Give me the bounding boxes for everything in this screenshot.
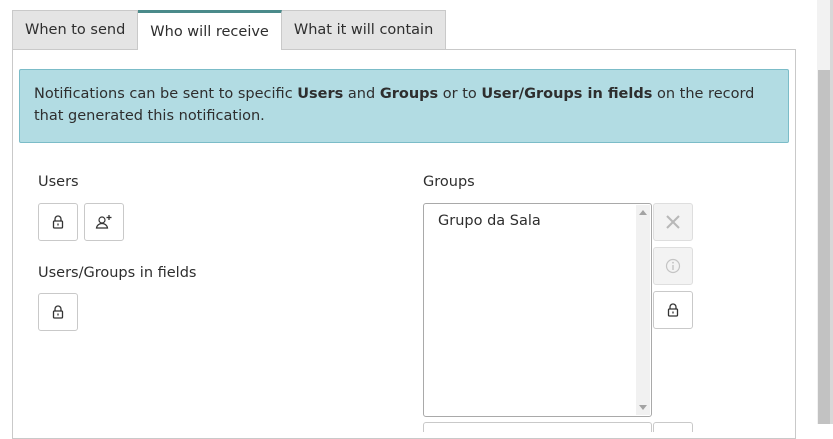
groups-label: Groups bbox=[423, 174, 475, 190]
users-label: Users bbox=[38, 174, 79, 190]
info-icon bbox=[665, 258, 681, 274]
info-text: and bbox=[343, 86, 380, 102]
group-info-button[interactable] bbox=[653, 247, 693, 285]
info-groups-term: Groups bbox=[379, 86, 439, 102]
lock-icon bbox=[52, 215, 64, 229]
info-text: Notifications can be sent to specific bbox=[34, 86, 298, 102]
list-item[interactable]: Grupo da Sala bbox=[438, 213, 541, 229]
remove-group-button[interactable] bbox=[653, 203, 693, 241]
scroll-up-icon[interactable] bbox=[639, 210, 647, 215]
info-fields-term: User/Groups in fields bbox=[481, 86, 653, 102]
tab-when-to-send[interactable]: When to send bbox=[12, 10, 139, 49]
window-scrollbar[interactable] bbox=[817, 0, 833, 424]
info-text: or to bbox=[438, 86, 482, 102]
tab-what-it-will-contain[interactable]: What it will contain bbox=[281, 10, 447, 49]
add-user-icon bbox=[95, 215, 112, 229]
groups-listbox[interactable]: Grupo da Sala bbox=[423, 203, 652, 417]
info-users-term: Users bbox=[297, 86, 344, 102]
scroll-down-icon[interactable] bbox=[639, 405, 647, 410]
lock-icon bbox=[667, 303, 679, 317]
add-user-button[interactable] bbox=[84, 203, 124, 241]
users-lock-button[interactable] bbox=[38, 203, 78, 241]
listbox-scrollbar[interactable] bbox=[636, 205, 650, 415]
close-icon bbox=[666, 215, 680, 229]
tab-panel: Notifications can be sent to specific Us… bbox=[12, 49, 796, 439]
groups-lock-button[interactable] bbox=[653, 291, 693, 329]
fields-lock-button[interactable] bbox=[38, 293, 78, 331]
tab-bar: When to send Who will receive What it wi… bbox=[12, 10, 447, 50]
info-message: Notifications can be sent to specific Us… bbox=[19, 69, 789, 143]
tab-who-will-receive[interactable]: Who will receive bbox=[138, 10, 282, 50]
lock-icon bbox=[52, 305, 64, 319]
fields-label: Users/Groups in fields bbox=[38, 265, 197, 281]
